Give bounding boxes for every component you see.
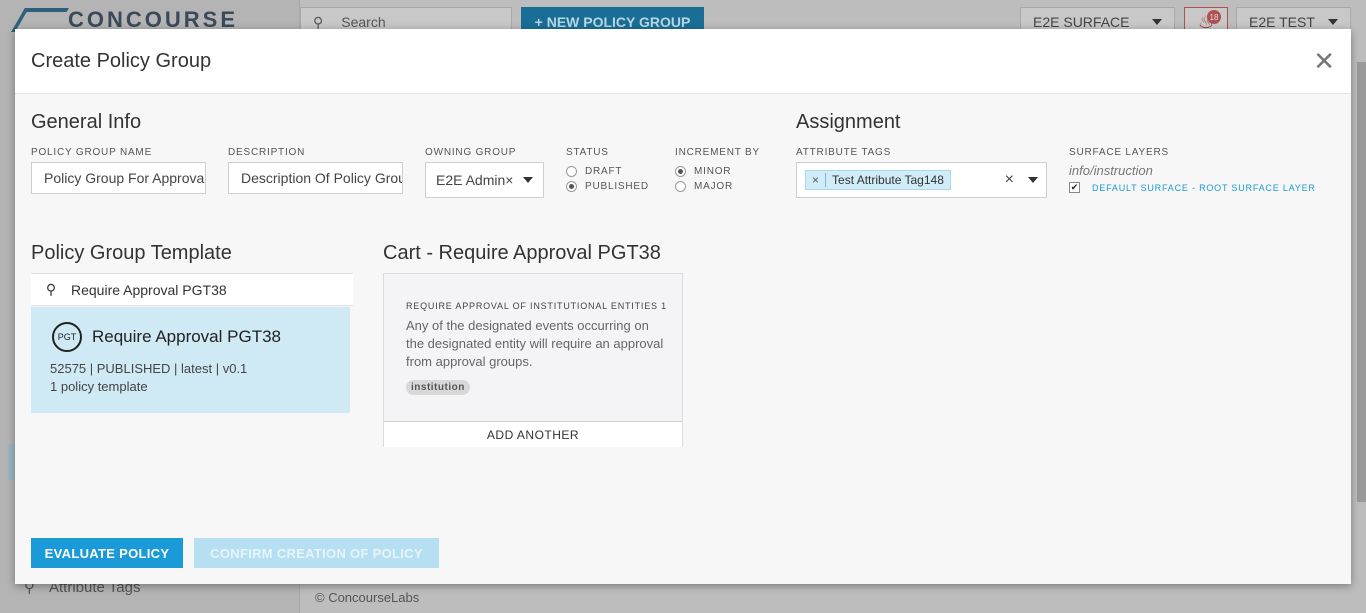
add-another-button[interactable]: ADD ANOTHER bbox=[384, 421, 682, 447]
chevron-down-icon bbox=[1328, 19, 1338, 25]
template-search[interactable]: ⚲ Require Approval PGT38 bbox=[31, 273, 353, 306]
increment-radio-minor[interactable]: MINOR bbox=[675, 166, 731, 177]
cart-item-title: REQUIRE APPROVAL OF INSTITUTIONAL ENTITI… bbox=[406, 301, 667, 311]
owning-group-select[interactable]: E2E Admin × bbox=[425, 162, 544, 198]
cart-title: Cart - Require Approval PGT38 bbox=[383, 242, 661, 264]
template-card-meta-line: 52575 | PUBLISHED | latest | v0.1 bbox=[50, 361, 248, 376]
chevron-down-icon[interactable] bbox=[523, 177, 534, 183]
radio-icon[interactable] bbox=[675, 181, 686, 192]
modal-title: Create Policy Group bbox=[31, 49, 212, 72]
modal-header: Create Policy Group ✕ bbox=[15, 29, 1351, 94]
status-radio-draft[interactable]: DRAFT bbox=[566, 166, 622, 177]
general-info-title: General Info bbox=[31, 111, 142, 133]
policy-group-name-label: POLICY GROUP NAME bbox=[31, 147, 153, 158]
radio-checked-icon[interactable] bbox=[675, 166, 686, 177]
attribute-tag-chip: × Test Attribute Tag148 bbox=[805, 170, 951, 190]
close-icon[interactable]: ✕ bbox=[1313, 48, 1335, 74]
template-card-name: Require Approval PGT38 bbox=[92, 327, 281, 346]
owning-group-value: E2E Admin bbox=[436, 172, 506, 188]
checkbox-checked-icon[interactable]: ✔ bbox=[1069, 182, 1080, 193]
surface-layers-label: SURFACE LAYERS bbox=[1069, 147, 1169, 158]
clear-icon[interactable]: × bbox=[505, 172, 513, 188]
page-scrollbar[interactable] bbox=[1357, 62, 1366, 502]
attribute-tags-select[interactable]: × Test Attribute Tag148 × bbox=[796, 162, 1047, 198]
cart-item-tag: institution bbox=[406, 380, 470, 395]
status-radio-published[interactable]: PUBLISHED bbox=[566, 181, 649, 192]
cart-item-description: Any of the designated events occurring o… bbox=[406, 318, 664, 369]
remove-tag-icon[interactable]: × bbox=[806, 173, 827, 187]
owning-group-label: OWNING GROUP bbox=[425, 147, 517, 158]
chevron-down-icon[interactable] bbox=[1028, 177, 1038, 183]
status-option-label: DRAFT bbox=[585, 166, 623, 177]
increment-option-label: MINOR bbox=[694, 166, 732, 177]
status-label: STATUS bbox=[566, 147, 609, 158]
user-select-value: E2E TEST bbox=[1249, 14, 1315, 30]
pgt-icon: PGT bbox=[52, 322, 82, 352]
policy-group-template-title: Policy Group Template bbox=[31, 242, 232, 264]
clear-icon[interactable]: × bbox=[1005, 171, 1014, 189]
surface-layer-link[interactable]: DEFAULT SURFACE - ROOT SURFACE LAYER bbox=[1092, 183, 1316, 193]
chevron-down-icon bbox=[1152, 19, 1162, 25]
notification-badge: 18 bbox=[1207, 10, 1221, 24]
cart-item: REQUIRE APPROVAL OF INSTITUTIONAL ENTITI… bbox=[383, 273, 683, 447]
template-card-meta: 52575 | PUBLISHED | latest | v0.1 1 poli… bbox=[50, 360, 247, 396]
search-icon: ⚲ bbox=[45, 281, 57, 297]
search-icon: ⚲ bbox=[313, 13, 324, 30]
description-input[interactable]: Description Of Policy Group bbox=[228, 162, 403, 194]
evaluate-policy-button[interactable]: EVALUATE POLICY bbox=[31, 538, 183, 568]
template-search-value: Require Approval PGT38 bbox=[71, 281, 227, 298]
status-option-label: PUBLISHED bbox=[585, 181, 649, 192]
description-label: DESCRIPTION bbox=[228, 147, 306, 158]
surface-layers-hint: info/instruction bbox=[1069, 163, 1153, 178]
template-card-meta-line: 1 policy template bbox=[50, 379, 148, 394]
surface-layer-option[interactable]: ✔ DEFAULT SURFACE - ROOT SURFACE LAYER bbox=[1069, 182, 1316, 193]
policy-group-name-input[interactable]: Policy Group For Approval bbox=[31, 162, 206, 194]
create-policy-group-modal: Create Policy Group ✕ General Info POLIC… bbox=[15, 29, 1351, 584]
search-placeholder: Search bbox=[341, 14, 386, 30]
confirm-creation-button[interactable]: CONFIRM CREATION OF POLICY bbox=[194, 538, 439, 568]
assignment-title: Assignment bbox=[796, 111, 901, 133]
surface-select-value: E2E SURFACE bbox=[1033, 14, 1130, 30]
increment-label: INCREMENT BY bbox=[675, 147, 760, 158]
increment-option-label: MAJOR bbox=[694, 181, 733, 192]
radio-checked-icon[interactable] bbox=[566, 181, 577, 192]
footer-copyright: © ConcourseLabs bbox=[315, 590, 420, 605]
attribute-tag-label: Test Attribute Tag148 bbox=[832, 173, 944, 187]
attribute-tags-label: ATTRIBUTE TAGS bbox=[796, 147, 892, 158]
template-card[interactable]: PGT Require Approval PGT38 52575 | PUBLI… bbox=[31, 307, 350, 413]
radio-icon[interactable] bbox=[566, 166, 577, 177]
increment-radio-major[interactable]: MAJOR bbox=[675, 181, 733, 192]
